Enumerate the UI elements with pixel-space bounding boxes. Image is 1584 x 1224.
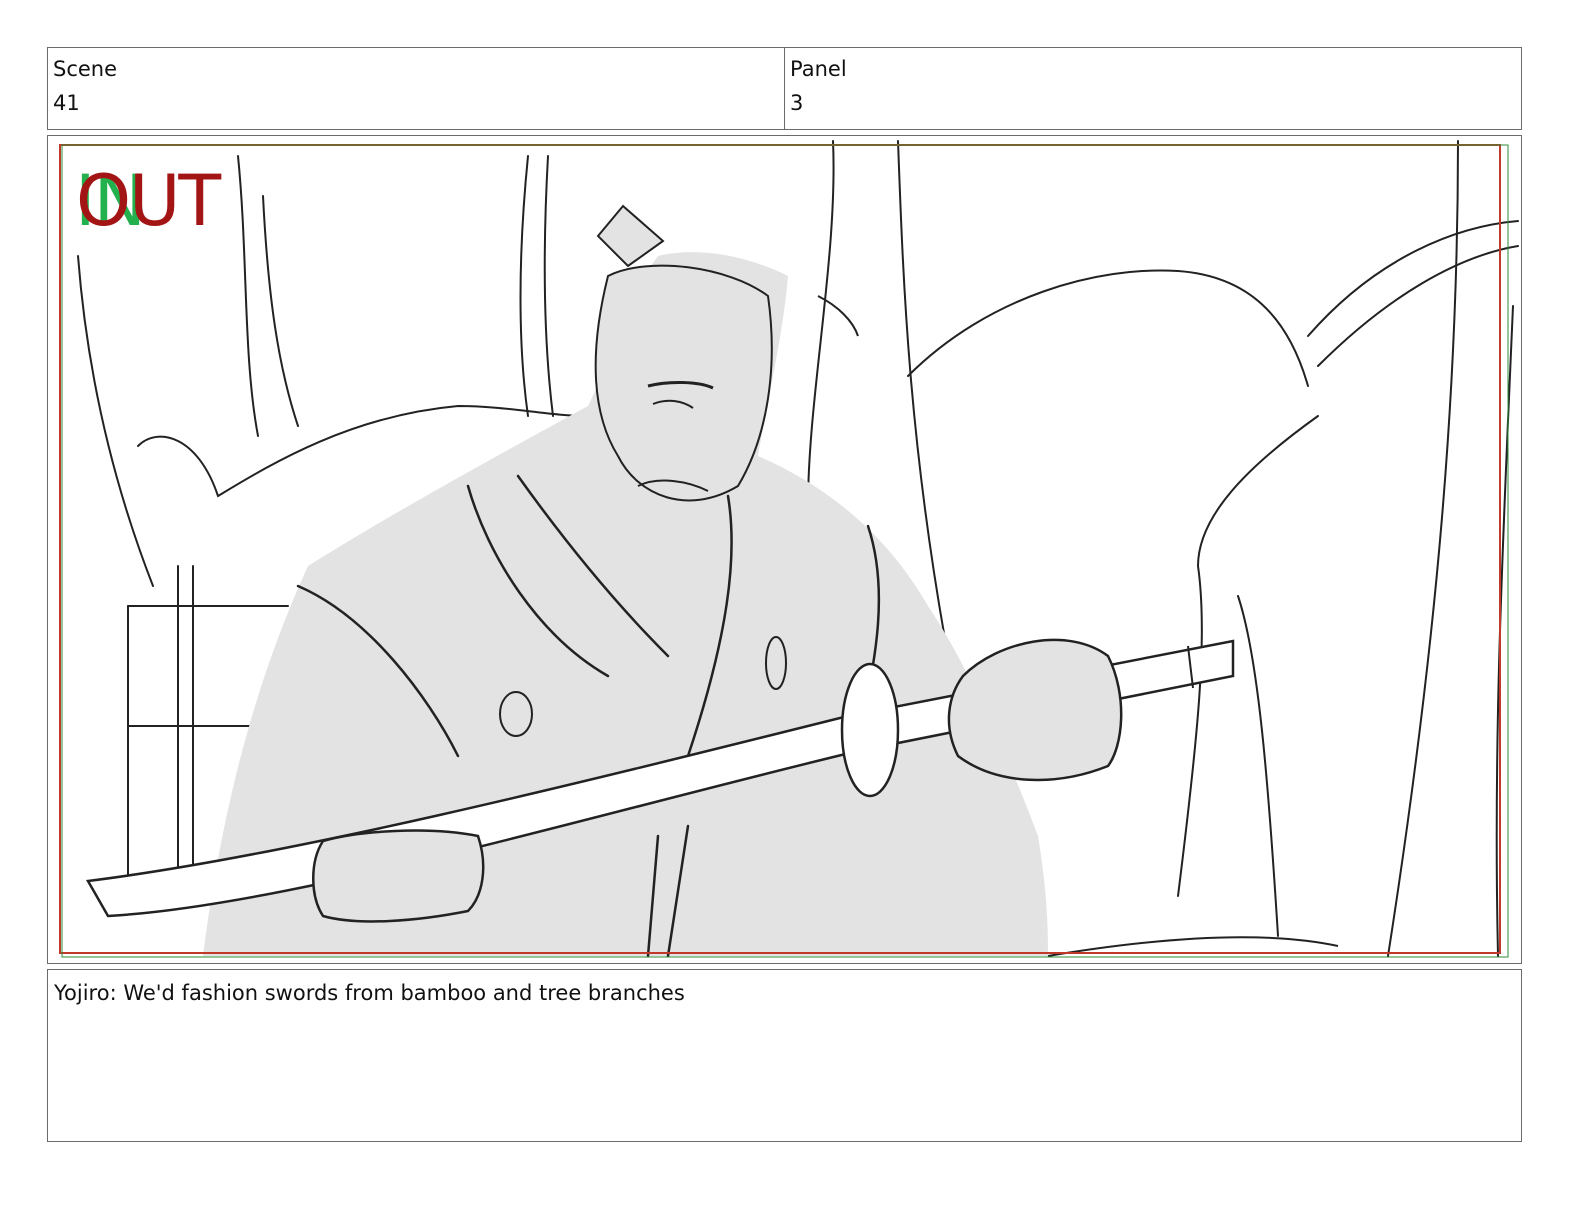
out-marker: OUT (76, 160, 221, 242)
storyboard-sketch (59, 140, 1519, 958)
dialogue-text: Yojiro: We'd fashion swords from bamboo … (54, 981, 685, 1005)
panel-header: Scene 41 Panel 3 (47, 47, 1522, 130)
scene-cell: Scene 41 (48, 48, 784, 129)
scene-label: Scene (53, 57, 118, 81)
storyboard-frame[interactable]: IN OUT (47, 135, 1522, 964)
scene-number[interactable]: 41 (53, 88, 779, 118)
panel-number[interactable]: 3 (790, 88, 1516, 118)
panel-cell: Panel 3 (784, 48, 1521, 129)
panel-label: Panel (790, 57, 847, 81)
dialogue-caption[interactable]: Yojiro: We'd fashion swords from bamboo … (47, 969, 1522, 1142)
